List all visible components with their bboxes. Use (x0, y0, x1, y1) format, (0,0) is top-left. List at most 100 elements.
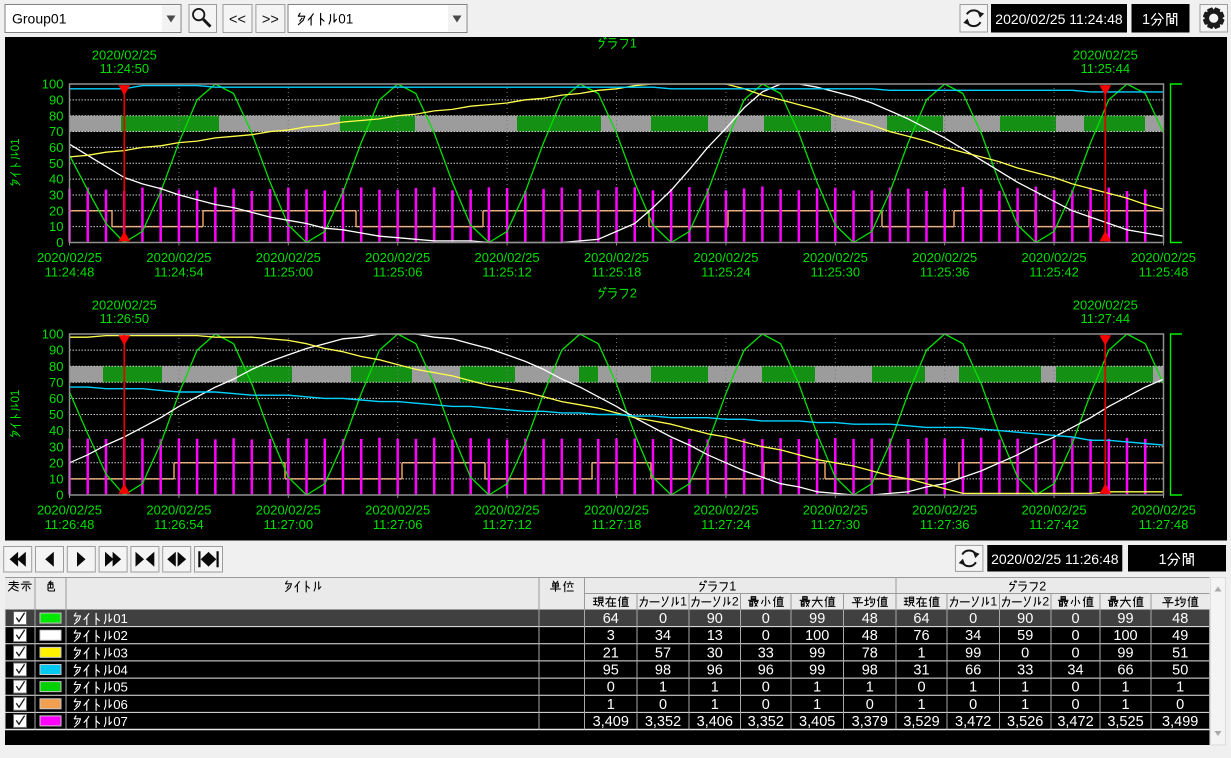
svg-text:1: 1 (969, 680, 977, 696)
svg-text:2020/02/25 11:24:48: 2020/02/25 11:24:48 (995, 11, 1123, 27)
svg-text:99: 99 (809, 663, 825, 679)
svg-text:11:25:48: 11:25:48 (1139, 265, 1189, 280)
svg-text:05: 05 (113, 680, 128, 695)
svg-text:99: 99 (965, 645, 981, 661)
svg-text:11:25:42: 11:25:42 (1029, 265, 1079, 280)
svg-text:2020/02/25: 2020/02/25 (37, 502, 102, 517)
svg-text:0: 0 (1071, 697, 1079, 713)
svg-text:0: 0 (56, 235, 63, 250)
svg-text:1: 1 (1159, 552, 1167, 568)
svg-text:1: 1 (1121, 680, 1129, 696)
svg-text:2: 2 (1039, 580, 1046, 594)
svg-text:0: 0 (1071, 645, 1079, 661)
svg-text:33: 33 (1017, 663, 1033, 679)
svg-text:11:25:30: 11:25:30 (810, 265, 860, 280)
svg-text:20: 20 (49, 203, 63, 218)
svg-text:2020/02/25: 2020/02/25 (912, 502, 977, 517)
svg-text:11:27:48: 11:27:48 (1139, 517, 1189, 532)
svg-text:2020/02/25: 2020/02/25 (1022, 250, 1087, 265)
svg-text:11:27:06: 11:27:06 (373, 517, 423, 532)
svg-text:11:26:54: 11:26:54 (154, 517, 204, 532)
svg-text:48: 48 (862, 628, 878, 644)
svg-text:70: 70 (49, 375, 63, 390)
svg-text:2020/02/25: 2020/02/25 (365, 502, 430, 517)
svg-text:99: 99 (809, 611, 825, 627)
svg-text:2020/02/25: 2020/02/25 (803, 250, 868, 265)
svg-text:0: 0 (1071, 628, 1079, 644)
svg-text:3,406: 3,406 (697, 714, 733, 730)
svg-text:11:27:44: 11:27:44 (1080, 311, 1130, 326)
svg-text:11:24:54: 11:24:54 (154, 265, 204, 280)
svg-text:21: 21 (603, 645, 619, 661)
svg-text:3,525: 3,525 (1107, 714, 1143, 730)
svg-text:<<: << (229, 12, 246, 28)
svg-text:2: 2 (1042, 595, 1049, 609)
svg-text:1: 1 (711, 680, 719, 696)
svg-text:98: 98 (655, 663, 671, 679)
svg-text:80: 80 (49, 359, 63, 374)
svg-text:90: 90 (49, 92, 63, 107)
svg-text:0: 0 (659, 697, 667, 713)
svg-text:0: 0 (762, 611, 770, 627)
svg-text:2020/02/25: 2020/02/25 (256, 250, 321, 265)
svg-text:2020/02/25: 2020/02/25 (584, 250, 649, 265)
svg-text:33: 33 (758, 645, 774, 661)
svg-text:99: 99 (809, 645, 825, 661)
svg-text:100: 100 (42, 77, 64, 92)
svg-text:50: 50 (49, 407, 63, 422)
svg-text:34: 34 (1067, 663, 1083, 679)
svg-text:0: 0 (917, 680, 925, 696)
svg-text:13: 13 (707, 628, 723, 644)
svg-text:2020/02/25: 2020/02/25 (475, 250, 540, 265)
svg-text:11:25:12: 11:25:12 (482, 265, 532, 280)
svg-text:3,352: 3,352 (748, 714, 784, 730)
svg-text:3,352: 3,352 (645, 714, 681, 730)
svg-text:11:26:50: 11:26:50 (99, 311, 149, 326)
svg-text:99: 99 (1117, 645, 1133, 661)
svg-text:2020/02/25: 2020/02/25 (256, 502, 321, 517)
svg-text:1: 1 (866, 680, 874, 696)
svg-text:1: 1 (917, 645, 925, 661)
svg-text:01: 01 (10, 138, 22, 151)
svg-text:98: 98 (862, 663, 878, 679)
svg-text:11:27:12: 11:27:12 (482, 517, 532, 532)
svg-text:2020/02/25: 2020/02/25 (912, 250, 977, 265)
svg-text:1: 1 (630, 36, 637, 51)
svg-text:10: 10 (49, 219, 63, 234)
svg-text:11:27:24: 11:27:24 (701, 517, 751, 532)
svg-text:50: 50 (1172, 663, 1188, 679)
svg-text:11:27:18: 11:27:18 (592, 517, 642, 532)
svg-text:1: 1 (680, 595, 687, 609)
svg-text:3,409: 3,409 (593, 714, 629, 730)
svg-text:07: 07 (113, 714, 128, 729)
svg-text:11:27:30: 11:27:30 (810, 517, 860, 532)
svg-text:11:25:00: 11:25:00 (263, 265, 313, 280)
svg-text:0: 0 (762, 628, 770, 644)
svg-text:51: 51 (1172, 645, 1188, 661)
svg-text:3,472: 3,472 (1057, 714, 1093, 730)
svg-text:0: 0 (1021, 645, 1029, 661)
svg-text:2: 2 (732, 595, 739, 609)
svg-text:11:24:48: 11:24:48 (45, 265, 95, 280)
svg-text:0: 0 (969, 697, 977, 713)
svg-text:34: 34 (655, 628, 671, 644)
svg-text:96: 96 (758, 663, 774, 679)
svg-text:70: 70 (49, 124, 63, 139)
svg-text:2020/02/25: 2020/02/25 (693, 250, 758, 265)
svg-text:>>: >> (262, 12, 279, 28)
svg-text:66: 66 (965, 663, 981, 679)
svg-text:20: 20 (49, 455, 63, 470)
svg-text:03: 03 (113, 645, 128, 660)
svg-text:2020/02/25: 2020/02/25 (365, 250, 430, 265)
svg-text:11:26:48: 11:26:48 (45, 517, 95, 532)
svg-text:100: 100 (805, 628, 829, 644)
svg-text:78: 78 (862, 645, 878, 661)
svg-text:11:27:00: 11:27:00 (263, 517, 313, 532)
svg-text:0: 0 (1176, 697, 1184, 713)
svg-text:11:25:18: 11:25:18 (592, 265, 642, 280)
svg-text:49: 49 (1172, 628, 1188, 644)
svg-text:2020/02/25: 2020/02/25 (1131, 250, 1196, 265)
svg-text:2020/02/25: 2020/02/25 (584, 502, 649, 517)
svg-text:2020/02/25 11:26:48: 2020/02/25 11:26:48 (991, 551, 1119, 567)
svg-text:3,526: 3,526 (1007, 714, 1043, 730)
